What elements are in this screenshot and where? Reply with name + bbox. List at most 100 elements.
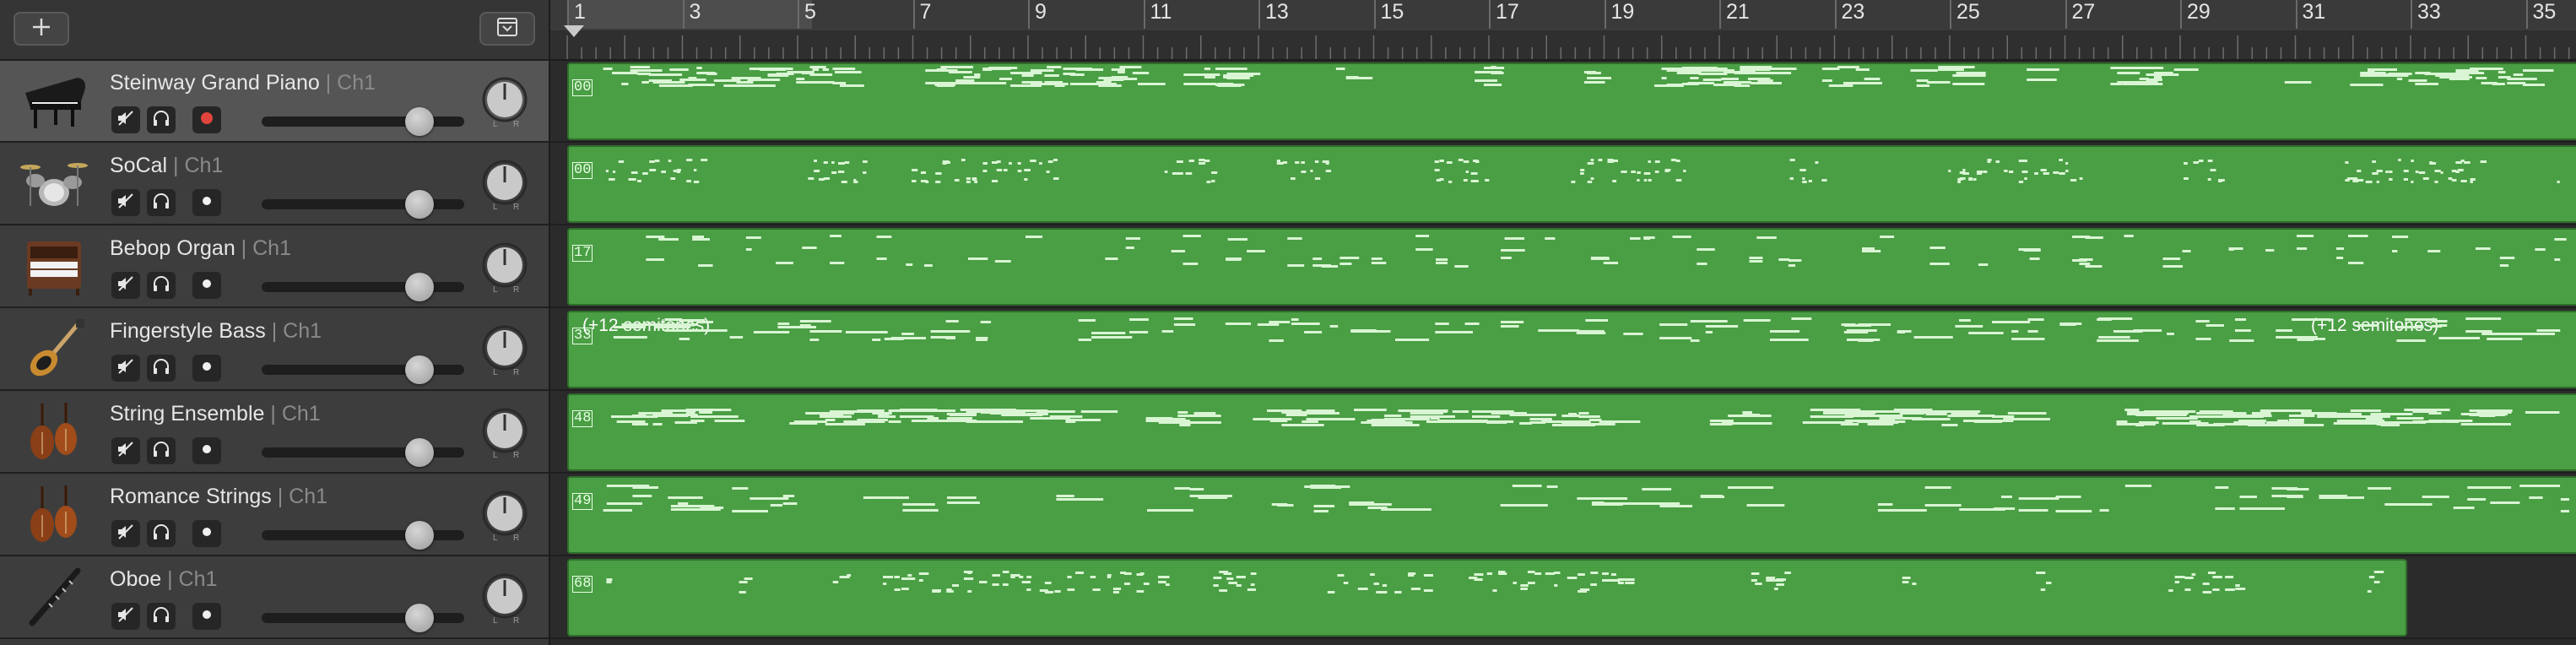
track-lane[interactable]: 48 bbox=[550, 392, 2576, 474]
volume-slider-knob[interactable] bbox=[405, 107, 435, 136]
volume-slider[interactable] bbox=[262, 355, 464, 384]
record-enable-button[interactable] bbox=[192, 189, 221, 216]
track-header[interactable]: Oboe | Ch1 L R bbox=[0, 557, 549, 639]
solo-button[interactable] bbox=[147, 437, 176, 464]
mute-button[interactable] bbox=[111, 272, 140, 299]
playhead[interactable] bbox=[564, 25, 584, 37]
bar-tick bbox=[1489, 0, 1491, 29]
mute-button[interactable] bbox=[111, 106, 140, 133]
track-lane[interactable]: 00 bbox=[550, 144, 2576, 225]
track-lane[interactable]: 49 bbox=[550, 474, 2576, 556]
volume-slider-knob[interactable] bbox=[405, 604, 435, 632]
track-lane[interactable]: 68 bbox=[550, 557, 2576, 639]
record-enable-button[interactable] bbox=[192, 437, 221, 464]
track-header[interactable]: String Ensemble | Ch1 L R bbox=[0, 392, 549, 474]
pan-knob[interactable] bbox=[481, 159, 528, 206]
mute-button[interactable] bbox=[111, 355, 140, 382]
bar-ruler[interactable]: 1 3 5 7 9 11 13 15 17 19 21 23 25 27 29 31 33 35 bbox=[550, 0, 2576, 61]
record-enable-button[interactable] bbox=[192, 603, 221, 630]
record-icon bbox=[198, 441, 215, 462]
track-lane[interactable]: 17 bbox=[550, 226, 2576, 308]
track-lane[interactable]: 33 (+12 semitones) (+12 semitones) bbox=[550, 309, 2576, 391]
pan-right-label: R bbox=[513, 616, 520, 626]
headphones-icon bbox=[152, 110, 170, 131]
pan-left-label: L bbox=[493, 451, 498, 460]
midi-region[interactable]: 68 bbox=[567, 559, 2407, 637]
pan-knob[interactable] bbox=[481, 407, 528, 454]
solo-button[interactable] bbox=[147, 189, 176, 216]
track-header[interactable]: Steinway Grand Piano | Ch1 L R bbox=[0, 61, 549, 143]
midi-region[interactable]: 00 bbox=[567, 62, 2576, 140]
bar-tick bbox=[1028, 0, 1030, 29]
volume-slider-knob[interactable] bbox=[405, 190, 435, 219]
volume-slider-knob[interactable] bbox=[405, 273, 435, 301]
channel-label: | Ch1 bbox=[264, 402, 321, 425]
volume-slider[interactable] bbox=[262, 107, 464, 136]
bar-tick bbox=[798, 0, 799, 29]
bar-number: 5 bbox=[804, 0, 816, 24]
track-name[interactable]: String Ensemble | Ch1 bbox=[110, 402, 321, 429]
bar-number: 19 bbox=[1610, 0, 1635, 24]
midi-region[interactable]: 17 bbox=[567, 228, 2576, 306]
bar-number: 27 bbox=[2071, 0, 2096, 24]
pan-knob[interactable] bbox=[481, 572, 528, 620]
track-header[interactable]: Fingerstyle Bass | Ch1 L R bbox=[0, 309, 549, 391]
volume-slider[interactable] bbox=[262, 273, 464, 301]
track-header[interactable]: Romance Strings | Ch1 L R bbox=[0, 474, 549, 556]
solo-button[interactable] bbox=[147, 355, 176, 382]
volume-slider-knob[interactable] bbox=[405, 355, 435, 384]
pan-knob[interactable] bbox=[481, 324, 528, 371]
add-track-button[interactable] bbox=[14, 12, 69, 46]
bar-tick bbox=[2180, 0, 2182, 29]
track-name[interactable]: Romance Strings | Ch1 bbox=[110, 485, 327, 512]
mute-button[interactable] bbox=[111, 437, 140, 464]
mute-button[interactable] bbox=[111, 520, 140, 547]
track-header[interactable]: Bebop Organ | Ch1 L R bbox=[0, 226, 549, 308]
solo-button[interactable] bbox=[147, 272, 176, 299]
mute-button[interactable] bbox=[111, 603, 140, 630]
volume-slider-knob[interactable] bbox=[405, 521, 435, 550]
pan-knob[interactable] bbox=[481, 76, 528, 123]
ruler-subdivisions[interactable] bbox=[550, 30, 2576, 59]
bar-number: 15 bbox=[1380, 0, 1404, 24]
track-name-label: Romance Strings bbox=[110, 485, 272, 508]
track-name[interactable]: Fingerstyle Bass | Ch1 bbox=[110, 319, 322, 346]
bar-tick bbox=[567, 0, 569, 29]
solo-button[interactable] bbox=[147, 106, 176, 133]
solo-button[interactable] bbox=[147, 603, 176, 630]
volume-slider[interactable] bbox=[262, 190, 464, 219]
solo-button[interactable] bbox=[147, 520, 176, 547]
track-name[interactable]: Bebop Organ | Ch1 bbox=[110, 236, 291, 263]
track-name[interactable]: SoCal | Ch1 bbox=[110, 154, 223, 181]
pan-knob[interactable] bbox=[481, 241, 528, 289]
volume-slider[interactable] bbox=[262, 604, 464, 632]
mute-button[interactable] bbox=[111, 189, 140, 216]
volume-slider[interactable] bbox=[262, 521, 464, 550]
speaker-muted-icon bbox=[116, 523, 135, 545]
track-lane[interactable]: 00 bbox=[550, 61, 2576, 143]
midi-region[interactable]: 00 bbox=[567, 145, 2576, 223]
record-enable-button[interactable] bbox=[192, 106, 221, 133]
midi-region[interactable]: 49 bbox=[567, 476, 2576, 554]
record-enable-button[interactable] bbox=[192, 272, 221, 299]
volume-slider[interactable] bbox=[262, 438, 464, 467]
channel-label: | Ch1 bbox=[265, 319, 322, 343]
drum-kit-icon bbox=[12, 150, 96, 218]
track-name[interactable]: Oboe | Ch1 bbox=[110, 567, 217, 594]
record-enable-button[interactable] bbox=[192, 520, 221, 547]
library-toggle-button[interactable] bbox=[479, 12, 535, 46]
pan-knob[interactable] bbox=[481, 490, 528, 537]
volume-slider-knob[interactable] bbox=[405, 438, 435, 467]
midi-region[interactable]: 33 (+12 semitones) (+12 semitones) bbox=[567, 311, 2576, 388]
bar-tick bbox=[912, 0, 915, 29]
bar-number: 29 bbox=[2187, 0, 2211, 24]
midi-region[interactable]: 48 bbox=[567, 393, 2576, 471]
track-name-label: String Ensemble bbox=[110, 402, 265, 425]
speaker-muted-icon bbox=[116, 192, 135, 214]
track-name-label: Bebop Organ bbox=[110, 236, 235, 260]
record-enable-button[interactable] bbox=[192, 355, 221, 382]
track-name[interactable]: Steinway Grand Piano | Ch1 bbox=[110, 71, 376, 98]
track-header[interactable]: SoCal | Ch1 L R bbox=[0, 144, 549, 225]
tracks-area[interactable]: 1 3 5 7 9 11 13 15 17 19 21 23 25 27 29 31 33 35 00 00 17 33… bbox=[550, 0, 2576, 645]
bar-number: 35 bbox=[2532, 0, 2557, 24]
